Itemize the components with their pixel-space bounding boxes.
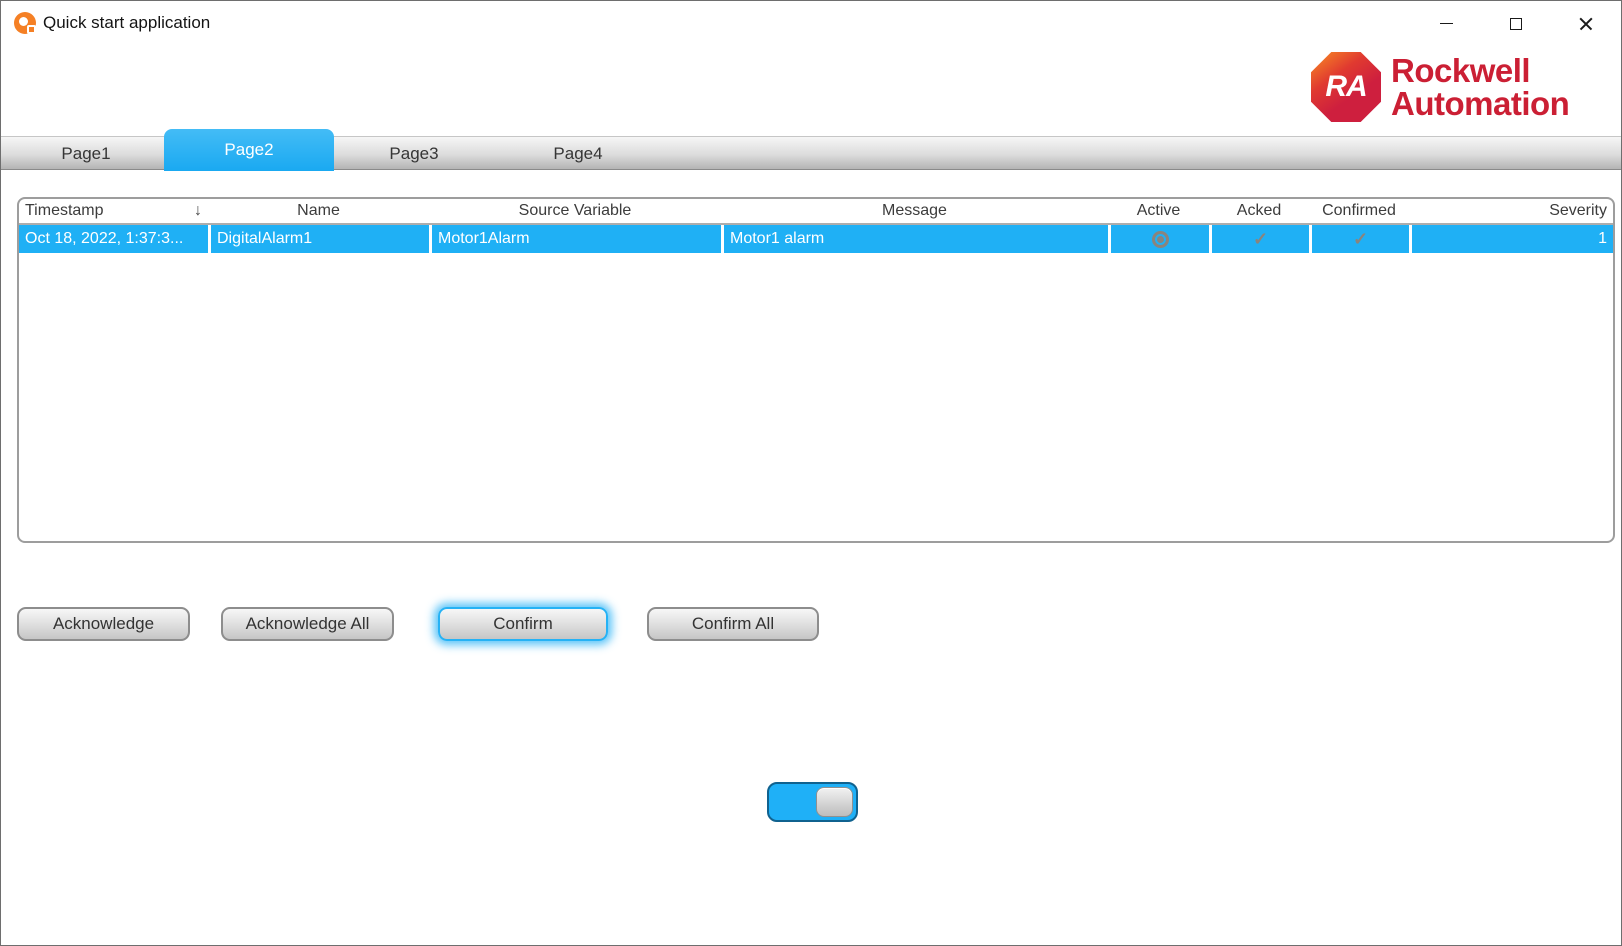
acked-check-icon: ✓ <box>1253 229 1268 250</box>
close-button[interactable] <box>1551 1 1621 46</box>
cell-source-variable: Motor1Alarm <box>429 225 721 253</box>
tab-page2[interactable]: Page2 <box>164 129 334 171</box>
column-label: Timestamp <box>25 202 104 220</box>
window-title: Quick start application <box>43 13 210 33</box>
column-header-acked[interactable]: Acked <box>1209 199 1309 223</box>
optix-logo-nub <box>27 25 36 34</box>
confirm-button[interactable]: Confirm <box>438 607 608 641</box>
brand-line2: Automation <box>1391 87 1569 120</box>
column-header-confirmed[interactable]: Confirmed <box>1309 199 1409 223</box>
maximize-button[interactable] <box>1481 1 1551 46</box>
close-icon <box>1579 17 1593 31</box>
acknowledge-all-button[interactable]: Acknowledge All <box>221 607 394 641</box>
cell-timestamp: Oct 18, 2022, 1:37:3... <box>19 225 208 253</box>
column-header-source-variable[interactable]: Source Variable <box>429 199 721 223</box>
alarm-grid-header: Timestamp ↓ Name Source Variable Message… <box>19 199 1613 225</box>
tab-bar: Page1 Page2 Page3 Page4 <box>1 136 1621 170</box>
acknowledge-button[interactable]: Acknowledge <box>17 607 190 641</box>
cell-acked: ✓ <box>1209 225 1309 253</box>
rockwell-badge-icon: RA <box>1311 52 1381 122</box>
toggle-switch[interactable] <box>767 782 858 822</box>
cell-active <box>1108 225 1209 253</box>
sort-desc-icon: ↓ <box>194 202 202 220</box>
column-header-message[interactable]: Message <box>721 199 1108 223</box>
confirmed-check-icon: ✓ <box>1353 229 1368 250</box>
brand-line1: Rockwell <box>1391 54 1569 87</box>
title-bar: Quick start application <box>1 1 1621 46</box>
minimize-button[interactable] <box>1411 1 1481 46</box>
confirm-all-button[interactable]: Confirm All <box>647 607 819 641</box>
tab-page3[interactable]: Page3 <box>332 137 496 170</box>
cell-message: Motor1 alarm <box>721 225 1108 253</box>
column-header-severity[interactable]: Severity <box>1409 199 1613 223</box>
rockwell-brand-text: Rockwell Automation <box>1391 54 1569 120</box>
cell-severity: 1 <box>1409 225 1613 253</box>
tab-page1[interactable]: Page1 <box>4 137 168 170</box>
rockwell-badge-monogram: RA <box>1325 70 1366 104</box>
column-header-timestamp[interactable]: Timestamp ↓ <box>19 199 208 223</box>
minimize-icon <box>1440 23 1453 24</box>
maximize-icon <box>1510 18 1522 30</box>
app-icon <box>14 12 36 34</box>
toggle-knob <box>816 787 853 817</box>
window-controls <box>1411 1 1621 46</box>
column-header-active[interactable]: Active <box>1108 199 1209 223</box>
tab-page4[interactable]: Page4 <box>496 137 660 170</box>
cell-confirmed: ✓ <box>1309 225 1409 253</box>
alarm-row-selected[interactable]: Oct 18, 2022, 1:37:3... DigitalAlarm1 Mo… <box>19 225 1613 253</box>
active-radio-icon <box>1152 231 1169 248</box>
rockwell-logo: RA Rockwell Automation <box>1311 51 1611 123</box>
alarm-grid: Timestamp ↓ Name Source Variable Message… <box>17 197 1615 543</box>
column-header-name[interactable]: Name <box>208 199 429 223</box>
cell-name: DigitalAlarm1 <box>208 225 429 253</box>
